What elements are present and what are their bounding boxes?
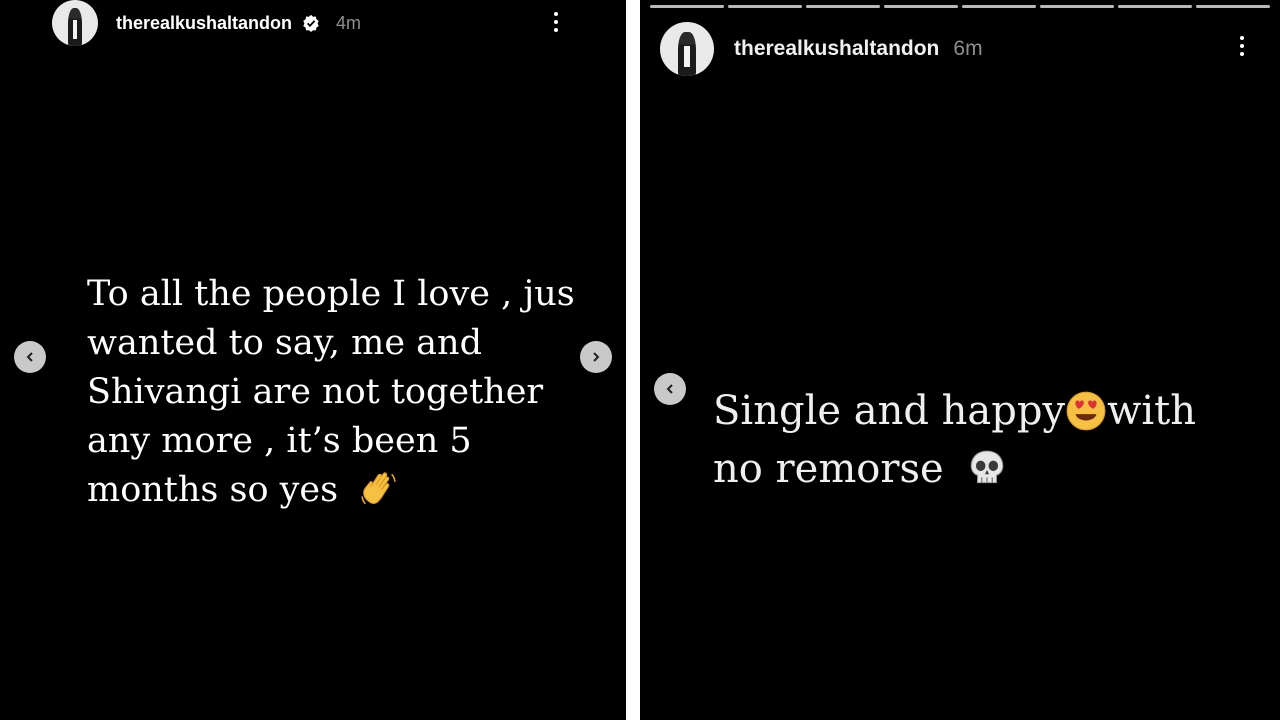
post-time: 6m <box>953 37 983 60</box>
progress-segment <box>650 5 724 8</box>
avatar[interactable] <box>52 0 98 46</box>
waving-hand-emoji <box>361 472 396 505</box>
story-panel-left: therealkushaltandon 4m To all the people… <box>0 0 626 720</box>
next-story-button[interactable] <box>580 341 612 373</box>
story-line: Shivangi are not together <box>87 372 544 412</box>
skull-emoji <box>971 450 1004 484</box>
chevron-right-icon <box>593 352 600 362</box>
story-line: no remorse <box>713 440 1253 498</box>
progress-segment <box>728 5 802 8</box>
progress-segment <box>1118 5 1192 8</box>
story-line: months so yes <box>87 466 587 515</box>
avatar[interactable] <box>660 22 714 76</box>
story-panel-right: therealkushaltandon 6m Single and happy … <box>640 0 1280 720</box>
progress-segment <box>1196 5 1270 8</box>
post-time: 4m <box>336 12 362 33</box>
story-line: Single and happy with <box>713 382 1253 440</box>
username[interactable]: therealkushaltandon <box>116 13 292 34</box>
story-line-text: with <box>1107 388 1196 434</box>
chevron-left-icon <box>666 384 673 394</box>
previous-story-button[interactable] <box>14 341 46 373</box>
more-options-icon[interactable] <box>1239 36 1245 56</box>
progress-segment <box>1040 5 1114 8</box>
story-line: wanted to say, me and <box>87 323 482 363</box>
heart-eyes-emoji <box>1066 391 1106 431</box>
story-header: therealkushaltandon 6m <box>660 22 983 76</box>
verified-badge-icon <box>303 14 319 32</box>
story-line: To all the people I love , jus <box>87 274 575 314</box>
more-options-icon[interactable] <box>553 12 559 32</box>
username[interactable]: therealkushaltandon <box>734 37 939 61</box>
story-header: therealkushaltandon 4m <box>52 0 361 46</box>
previous-story-button[interactable] <box>654 373 686 405</box>
story-line-text: months so yes <box>87 470 339 510</box>
story-progress-bar <box>650 5 1270 8</box>
story-line-text: Single and happy <box>713 388 1066 434</box>
story-text: To all the people I love , jus wanted to… <box>87 270 587 515</box>
progress-segment <box>962 5 1036 8</box>
progress-segment <box>884 5 958 8</box>
progress-segment <box>806 5 880 8</box>
chevron-left-icon <box>26 352 33 362</box>
story-line-text: no remorse <box>713 446 944 492</box>
story-text: Single and happy with no remorse <box>713 382 1253 498</box>
story-line: any more , it’s been 5 <box>87 421 472 461</box>
